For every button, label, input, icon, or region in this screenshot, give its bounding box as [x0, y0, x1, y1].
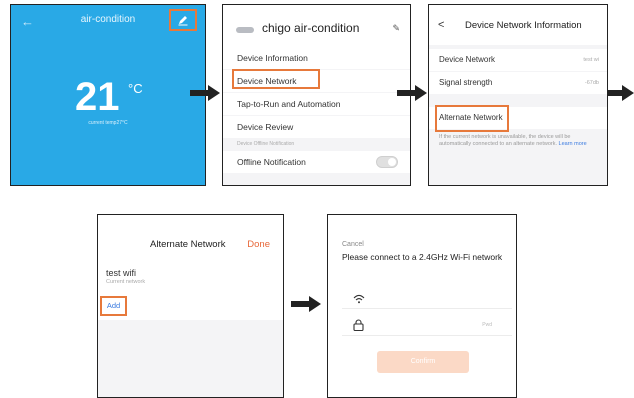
flow-arrow-4	[291, 296, 321, 312]
temperature-unit: °C	[128, 81, 143, 96]
offline-notification-toggle[interactable]	[376, 156, 398, 168]
current-temp-label: current temp27°C	[88, 120, 128, 126]
screen-ac-main: ← air-condition 21 °C current temp27°C	[10, 4, 206, 186]
screen-device-settings: chigo air-condition ✎ Device Information…	[222, 4, 411, 186]
highlight-box	[435, 105, 509, 132]
device-name: chigo air-condition	[262, 21, 360, 35]
signal-strength-row: Signal strength -67db	[429, 72, 607, 94]
network-header: < Device Network Information	[429, 5, 607, 45]
wifi-name: test wifi	[106, 268, 137, 278]
wifi-icon	[353, 294, 365, 304]
password-field-divider	[342, 335, 512, 336]
menu-item-device-review[interactable]: Device Review	[223, 116, 410, 138]
password-field[interactable]: Pwd	[482, 322, 492, 328]
pencil-icon[interactable]: ✎	[392, 23, 400, 34]
alternate-network-note: If the current network is unavailable, t…	[439, 134, 599, 148]
signal-strength-value: -67db	[584, 80, 599, 86]
menu-item-device-information[interactable]: Device Information	[223, 47, 410, 69]
confirm-button[interactable]: Confirm	[377, 351, 469, 373]
learn-more-link[interactable]: Learn more	[559, 141, 587, 147]
back-chevron-icon[interactable]: <	[438, 19, 444, 31]
note-text: If the current network is unavailable, t…	[439, 134, 571, 147]
done-button[interactable]: Done	[247, 239, 270, 250]
page-title: Alternate Network	[150, 239, 226, 250]
signal-strength-label: Signal strength	[439, 78, 493, 87]
temperature-value: 21	[75, 75, 120, 119]
screen-alternate-network: Alternate Network Done test wifi Current…	[97, 214, 284, 398]
add-button[interactable]: Add	[100, 296, 127, 316]
flow-arrow-2	[397, 85, 427, 101]
lock-icon	[353, 319, 364, 331]
screen-wifi-connect: Cancel Please connect to a 2.4GHz Wi-Fi …	[327, 214, 517, 398]
page-title: Device Network Information	[465, 20, 582, 31]
cancel-button[interactable]: Cancel	[342, 241, 364, 248]
alternate-header: Alternate Network Done	[98, 215, 283, 265]
current-network-label: Current network	[106, 279, 146, 285]
menu-item-tap-to-run[interactable]: Tap-to-Run and Automation	[223, 93, 410, 115]
page-title: Please connect to a 2.4GHz Wi-Fi network	[342, 252, 503, 262]
flow-arrow-3	[607, 85, 634, 101]
highlight-box	[232, 69, 320, 89]
screen-device-network-info: < Device Network Information Device Netw…	[428, 4, 608, 186]
device-network-value: test wi	[583, 57, 599, 63]
device-network-row: Device Network test wi	[429, 49, 607, 71]
pencil-icon	[178, 16, 188, 26]
section-label: Device Offline Notification	[237, 141, 295, 147]
offline-notification-label: Offline Notification	[237, 157, 306, 167]
device-logo-icon	[236, 27, 254, 33]
edit-button[interactable]	[169, 9, 197, 31]
device-network-label: Device Network	[439, 55, 496, 64]
wifi-field-divider	[342, 308, 512, 309]
flow-arrow-1	[190, 85, 220, 101]
